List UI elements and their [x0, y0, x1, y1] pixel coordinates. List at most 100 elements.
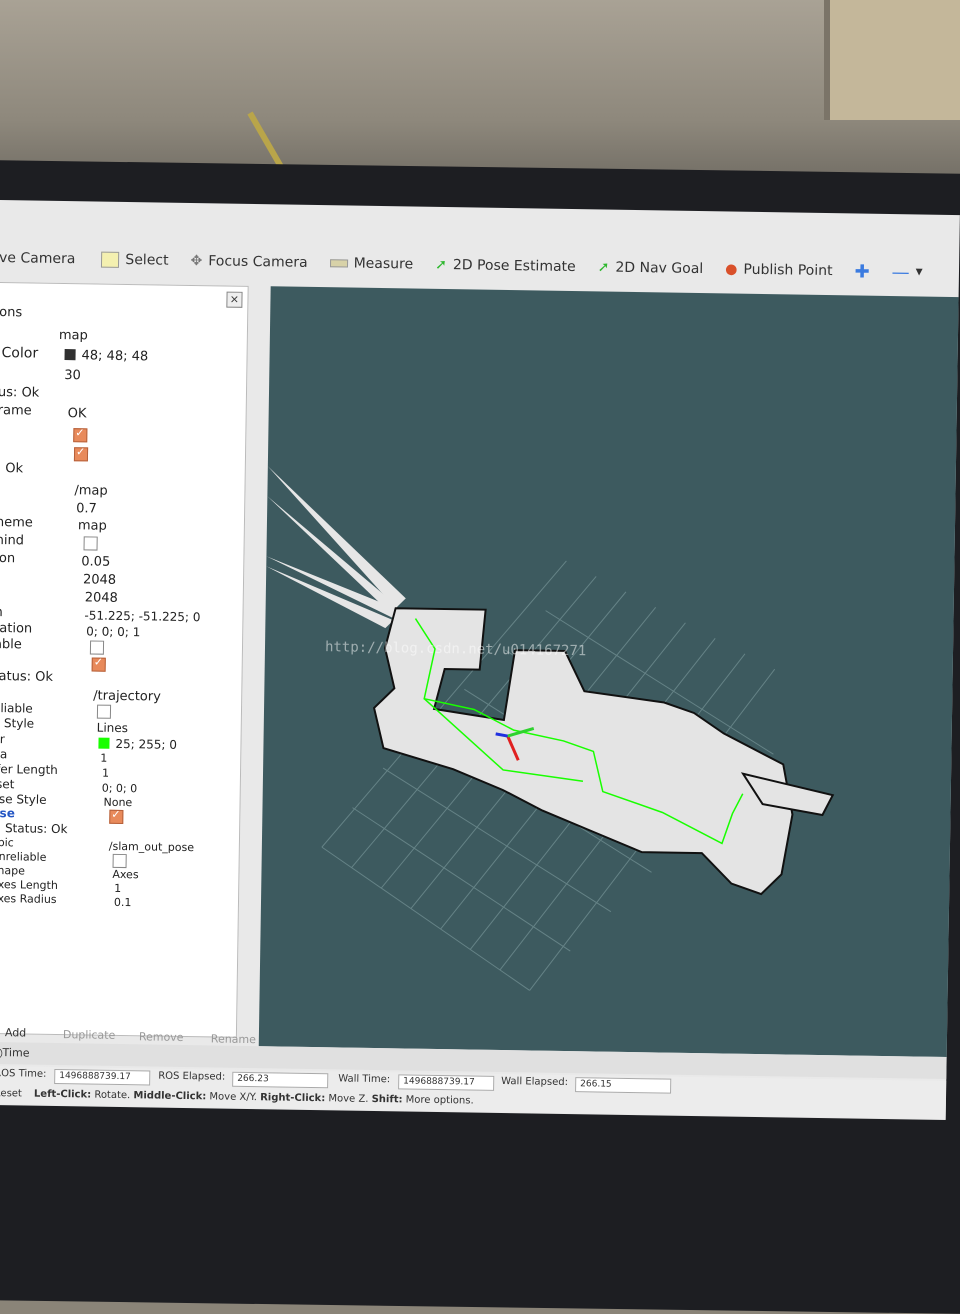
color-label: Color	[1, 345, 39, 362]
focus-camera-icon: ✥	[190, 253, 203, 270]
ros-elapsed-field: 266.23	[232, 1071, 329, 1089]
pose-topic-label: opic	[0, 835, 14, 850]
hint-right-text: Move Z.	[328, 1093, 369, 1105]
minus-icon: —	[891, 261, 910, 283]
hint-right: Right-Click:	[260, 1092, 326, 1105]
time-title: Time	[2, 1046, 30, 1060]
wall-elapsed-label: Wall Elapsed:	[501, 1075, 569, 1089]
orientation-value: 0; 0; 0; 1	[86, 624, 141, 640]
green-swatch	[98, 737, 110, 749]
pose-arrow-icon: ➚	[435, 256, 448, 274]
frame-label: rame	[0, 402, 32, 419]
hint-left-text: Rotate.	[94, 1089, 131, 1102]
pose-display-label[interactable]: ose	[0, 806, 15, 820]
nav-goal-tool[interactable]: ➚ 2D Nav Goal	[598, 259, 704, 277]
line-style-value[interactable]: Lines	[97, 721, 128, 735]
pose-estimate-label: 2D Pose Estimate	[452, 257, 576, 276]
ros-time-label: ROS Time:	[0, 1068, 47, 1080]
status-ok-label-2: : Ok	[0, 461, 24, 477]
pose-style-label: ose Style	[0, 791, 47, 807]
panel-close-button[interactable]: ×	[226, 291, 243, 308]
render-view[interactable]: http://blog.csdn.net/u014167271	[258, 286, 960, 1058]
unreliable-checkbox[interactable]	[89, 640, 105, 655]
unreliable-label: able	[0, 636, 22, 653]
wall-time-field: 1496888739.17	[398, 1074, 495, 1091]
shape-value[interactable]: Axes	[112, 868, 138, 881]
focus-camera-tool[interactable]: ✥ Focus Camera	[190, 253, 307, 271]
resolution-value: 0.05	[81, 554, 111, 570]
frame-value: OK	[67, 406, 87, 422]
line-color-value[interactable]: 25; 255; 0	[98, 737, 177, 752]
axes-radius-label: Axes Radius	[0, 891, 57, 906]
move-camera-label: ve Camera	[0, 249, 76, 268]
measure-label: Measure	[353, 255, 414, 273]
pose-estimate-tool[interactable]: ➚ 2D Pose Estimate	[435, 257, 576, 275]
trajectory-unreliable-checkbox[interactable]	[96, 704, 112, 719]
hint-middle: Middle-Click:	[133, 1090, 207, 1103]
map-canvas: http://blog.csdn.net/u014167271	[266, 466, 835, 991]
screen: ve Camera Select ✥ Focus Camera Measure …	[0, 200, 960, 1120]
axes-length-value[interactable]: 1	[114, 882, 121, 895]
pose-enabled-checkbox[interactable]	[109, 809, 124, 825]
select-label: Select	[125, 251, 169, 269]
axes-length-label: Axes Length	[0, 877, 58, 892]
line-color-label: or	[0, 731, 5, 747]
height-value: 2048	[84, 590, 118, 606]
draw-behind-label: hind	[0, 532, 25, 549]
nav-goal-arrow-icon: ➚	[597, 259, 610, 276]
line-color-text: 25; 255; 0	[115, 736, 178, 752]
color-value-text: 48; 48; 48	[81, 348, 149, 365]
nav-goal-label: 2D Nav Goal	[615, 259, 704, 278]
ros-time-field: 1496888739.17	[54, 1068, 151, 1086]
remove-tool-button[interactable]: — ▼	[891, 262, 922, 283]
draw-behind-checkbox[interactable]	[83, 536, 98, 551]
publish-point-label: Publish Point	[743, 261, 833, 280]
map-pin-icon: ●	[725, 261, 738, 278]
measure-tool[interactable]: Measure	[329, 255, 414, 273]
map-topic[interactable]: /map	[74, 483, 107, 499]
pose-unreliable-label: Unreliable	[0, 849, 47, 864]
remove-button[interactable]: Remove	[139, 1030, 184, 1044]
shape-label: Shape	[0, 863, 26, 878]
rename-button[interactable]: Rename	[211, 1032, 256, 1046]
width-value: 2048	[82, 572, 117, 588]
pose-status-label: ✓ Status: Ok	[0, 821, 68, 836]
pose-unreliable-checkbox[interactable]	[112, 853, 127, 869]
add-tool-button[interactable]: ✚	[854, 261, 869, 282]
buffer-length-value[interactable]: 1	[102, 767, 109, 780]
alpha-label: ha	[0, 746, 8, 762]
plus-icon: ✚	[854, 260, 870, 283]
axes-radius-value[interactable]: 0.1	[114, 896, 132, 909]
hint-left: Left-Click:	[33, 1088, 92, 1101]
duplicate-button[interactable]: Duplicate	[63, 1028, 116, 1042]
reset-button[interactable]: Reset	[0, 1088, 22, 1099]
line-alpha-value[interactable]: 1	[100, 752, 107, 765]
hint-middle-text: Move X/Y.	[209, 1091, 258, 1104]
color-scheme-value[interactable]: map	[78, 518, 107, 533]
map-topic-value[interactable]: map	[59, 328, 88, 343]
pose-status-text: Status: Ok	[4, 821, 68, 837]
trajectory-topic[interactable]: /trajectory	[93, 689, 161, 705]
laser-rays	[266, 466, 406, 629]
alpha-value[interactable]: 30	[64, 368, 81, 383]
position-value: -51.225; -51.225; 0	[84, 608, 201, 625]
hint-shift: Shift:	[371, 1093, 403, 1106]
watermark: http://blog.csdn.net/u014167271	[325, 639, 587, 659]
pose-topic-value[interactable]: /slam_out_pose	[109, 840, 194, 854]
publish-point-tool[interactable]: ● Publish Point	[725, 261, 833, 279]
select-tool[interactable]: Select	[101, 251, 169, 269]
position-label: n	[0, 604, 3, 621]
offset-value[interactable]: 0; 0; 0	[102, 782, 138, 796]
add-button[interactable]: Add	[5, 1026, 26, 1039]
trajectory-enabled-checkbox[interactable]	[91, 657, 106, 672]
mouse-hints: Left-Click: Rotate. Middle-Click: Move X…	[34, 1089, 474, 1107]
move-camera-tool[interactable]: ve Camera	[0, 250, 76, 267]
color-scheme-label: neme	[0, 514, 33, 531]
displays-panel: ons map Color 48; 48; 48 30 us: Ok rame …	[0, 281, 249, 1038]
checkbox-2[interactable]	[73, 447, 89, 462]
map-alpha[interactable]: 0.7	[76, 501, 97, 516]
color-value[interactable]: 48; 48; 48	[64, 348, 148, 364]
color-swatch	[64, 349, 76, 361]
checkbox-1[interactable]	[73, 428, 88, 443]
resolution-label: ion	[0, 550, 16, 567]
